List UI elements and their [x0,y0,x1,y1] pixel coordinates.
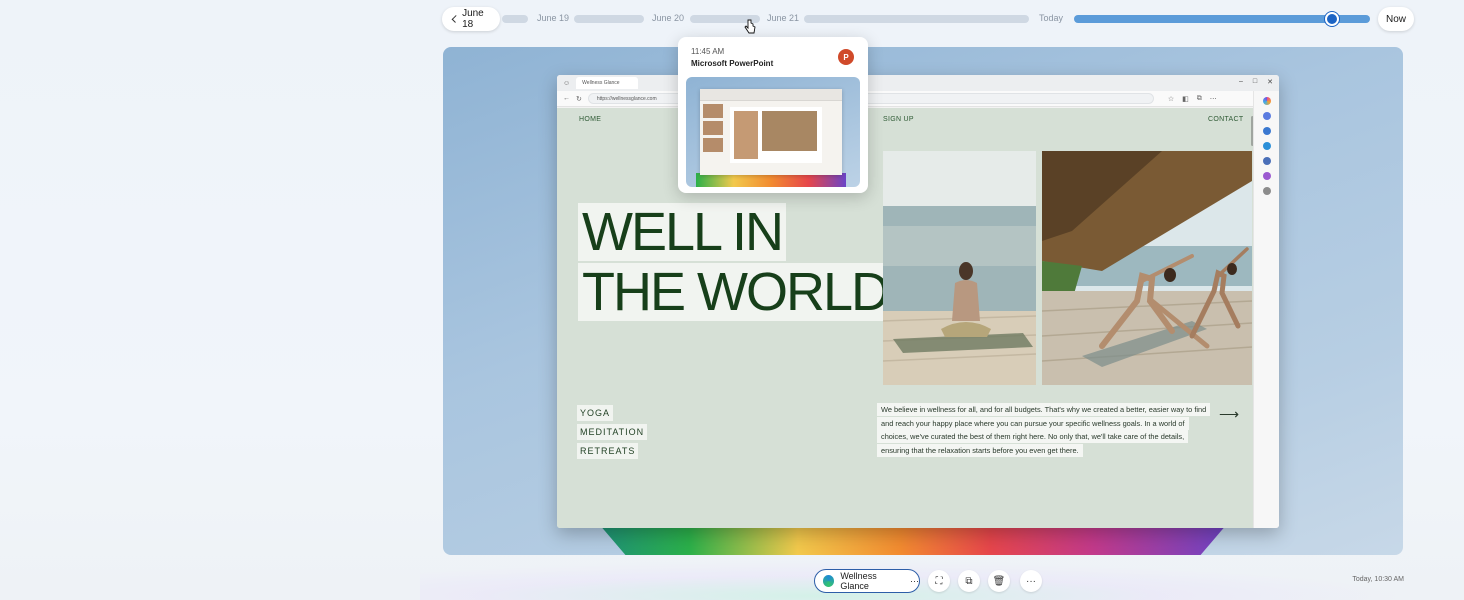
timeline-slider-thumb[interactable] [1324,12,1339,26]
ribbon [700,89,842,101]
menu-item-meditation[interactable]: MEDITATION [577,424,648,440]
nav-sign-up[interactable]: SIGN UP [883,116,914,123]
menu-item-retreats[interactable]: RETREATS [577,443,639,459]
url-text: https://wellnessglance.com [596,95,657,102]
about-text: We believe in wellness for all, and for … [877,403,1211,457]
edge-icon [823,575,835,587]
profile-icon[interactable]: ☺ [563,80,570,87]
office-icon[interactable] [1262,157,1271,165]
bottom-glow [420,560,1420,600]
shopping-icon[interactable] [1262,112,1271,120]
now-label: Now [1385,13,1406,25]
timeline-date-label: Today [1039,13,1064,23]
address-bar-row: ← ↻ https://wellnessglance.com ☆ ◧ ⧉ ⋯ [557,91,1279,107]
meditation-photo [883,151,1036,385]
nav-contact[interactable]: CONTACT [1208,116,1243,123]
now-button[interactable]: Now [1378,7,1414,31]
timeline[interactable]: June 18 June 19 June 20 June 21 Today No… [442,7,1414,31]
app-chip[interactable]: Wellness Glance ··· [814,569,920,593]
slide-canvas [730,107,822,163]
designer-icon[interactable] [1262,172,1271,180]
ellipsis-icon: ··· [1026,575,1036,587]
wallpaper-bloom [696,173,846,187]
snip-icon: ⛶ [935,575,943,587]
games-icon[interactable] [1262,142,1271,150]
webpage: HOME SIGN UP CONTACT WELL IN THE WORLD Y… [557,108,1254,528]
favorites-icon[interactable]: ☆ [1168,95,1174,103]
copy-icon: ⧉ [965,575,973,587]
snapshot-time: 11:45 AM [691,47,725,56]
more-options-icon[interactable]: ··· [910,576,919,586]
powerpoint-window-thumbnail [700,89,842,175]
menu-item-yoga[interactable]: YOGA [577,405,614,421]
snapshot-preview[interactable] [686,77,860,187]
tools-icon[interactable] [1262,127,1271,135]
browser-sidebar [1253,91,1279,528]
window-controls: – □ ✕ [1239,78,1273,86]
hero-line: THE WORLD [578,263,892,321]
timeline-track-segment[interactable] [502,15,528,23]
refresh-icon[interactable]: ↻ [576,95,582,103]
previous-day-button[interactable]: June 18 [442,7,500,31]
browser-tab-title: Wellness Glance [582,80,620,86]
powerpoint-icon: P [838,49,854,65]
timeline-date-label: June 19 [537,13,570,23]
close-icon[interactable]: ✕ [1267,78,1273,86]
settings-icon[interactable]: ⋯ [1210,95,1217,103]
toolbar-icons: ☆ ◧ ⧉ ⋯ [1168,95,1217,103]
maximize-icon[interactable]: □ [1253,78,1257,86]
back-icon[interactable]: ← [563,95,570,102]
trash-icon: 🗑 [992,575,1006,587]
copilot-icon[interactable] [1262,97,1271,105]
collections-icon[interactable]: ⧉ [1197,95,1202,103]
app-chip-label: Wellness Glance [840,571,877,591]
previous-day-label: June 18 [462,8,484,30]
address-bar[interactable]: https://wellnessglance.com [587,93,1154,104]
snapshot-app-name: Microsoft PowerPoint [691,59,774,68]
arrow-right-icon[interactable]: ⟶ [1219,406,1239,423]
yoga-photo [1042,151,1252,385]
chevron-left-icon [451,15,460,23]
nav-home[interactable]: HOME [579,116,601,123]
activity-menu: YOGA MEDITATION RETREATS [577,405,648,459]
copy-button[interactable]: ⧉ [958,570,980,592]
hero-line: WELL IN [578,203,787,261]
timeline-date-label: June 21 [767,13,800,23]
hero-heading: WELL IN THE WORLD [578,203,892,323]
screen-snip-button[interactable]: ⛶ [928,570,950,592]
browser-window[interactable]: ☺ Wellness Glance – □ ✕ ← ↻ https://well… [557,75,1279,528]
browser-tab-strip: ☺ Wellness Glance – □ ✕ [557,75,1279,91]
slide-thumbnails [703,104,723,152]
add-icon[interactable] [1262,187,1271,195]
about-paragraph: We believe in wellness for all, and for … [877,403,1211,457]
minimize-icon[interactable]: – [1239,78,1243,86]
hand-cursor-icon [744,19,756,34]
timeline-date-label: June 20 [652,13,685,23]
more-button[interactable]: ··· [1020,570,1042,592]
extensions-icon[interactable]: ◧ [1182,95,1189,103]
delete-button[interactable]: 🗑 [988,570,1010,592]
snapshot-popup[interactable]: 11:45 AM Microsoft PowerPoint P [678,37,868,193]
timestamp: Today, 10:30 AM [1352,576,1404,583]
timeline-track-segment[interactable] [804,15,1029,23]
timeline-track-segment[interactable] [574,15,644,23]
browser-tab[interactable]: Wellness Glance [576,77,639,89]
